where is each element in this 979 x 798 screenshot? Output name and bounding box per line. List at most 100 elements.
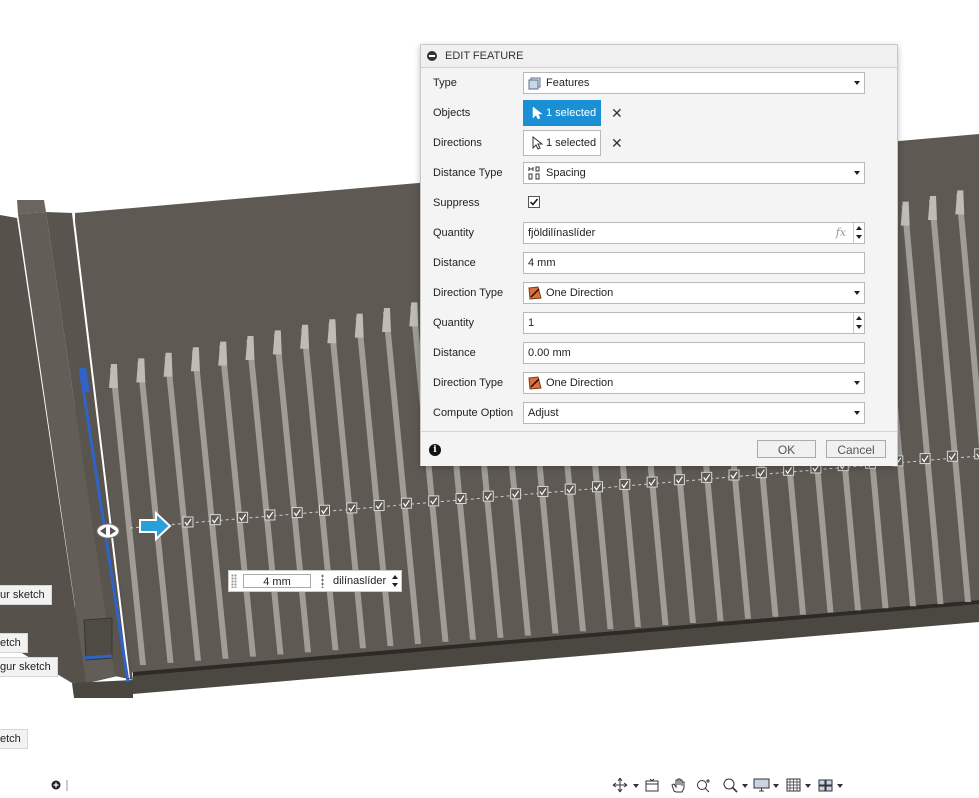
zoom-icon[interactable] [694, 777, 714, 793]
pattern-instance-checkbox[interactable] [237, 511, 249, 523]
row-type: Type Features [421, 69, 897, 99]
distance-type-label: Distance Type [433, 167, 503, 179]
type-label: Type [433, 77, 457, 89]
canvas-distance-input[interactable]: 4 mm [243, 574, 311, 588]
row-directions: Directions 1 selected ✕ [421, 129, 897, 159]
pattern-instance-checkbox[interactable] [673, 474, 685, 486]
chevron-down-icon [854, 291, 860, 295]
quantity-input[interactable]: fjöldilínaslíder fx [523, 222, 865, 244]
clear-objects-close-icon[interactable]: ✕ [611, 106, 623, 120]
row-objects: Objects 1 selected ✕ [421, 99, 897, 129]
spacing-handle-icon[interactable] [96, 523, 120, 539]
orbit-icon[interactable] [610, 777, 630, 793]
pattern-instance-checkbox[interactable] [291, 507, 303, 519]
suppress-checkbox[interactable] [528, 196, 540, 208]
compute-option-dropdown[interactable]: Adjust [523, 402, 865, 424]
pattern-instance-checkbox[interactable] [482, 490, 494, 502]
model-rail-front [72, 680, 133, 698]
look-at-icon[interactable] [642, 777, 662, 793]
quantity-label: Quantity [433, 227, 474, 239]
cancel-button[interactable]: Cancel [826, 440, 886, 458]
navigation-toolbar [608, 775, 848, 795]
objects-select-button[interactable]: 1 selected [523, 100, 601, 126]
pattern-instance-checkbox[interactable] [783, 464, 795, 476]
objects-label: Objects [433, 107, 471, 119]
quantity-2-stepper[interactable] [853, 313, 864, 333]
pattern-instance-checkbox[interactable] [209, 514, 221, 526]
browser-item-sketch-3[interactable]: gur sketch [0, 657, 58, 677]
row-direction-type-2: Direction Type One Direction [421, 369, 897, 399]
pattern-instance-checkbox[interactable] [400, 497, 412, 509]
model-pocket [83, 617, 113, 661]
zoom-window-icon[interactable] [720, 777, 740, 793]
dialog-header[interactable]: EDIT FEATURE [421, 45, 897, 68]
pattern-instance-checkbox[interactable] [510, 488, 522, 500]
canvas-quantity-input[interactable]: dilínaslíder [333, 575, 386, 587]
distance-input[interactable]: 4 mm [523, 252, 865, 274]
pattern-instance-checkbox[interactable] [728, 469, 740, 481]
chevron-down-icon[interactable] [837, 784, 843, 788]
direction-type-2-dropdown[interactable]: One Direction [523, 372, 865, 394]
one-direction-icon [528, 286, 542, 300]
chevron-down-icon[interactable] [633, 784, 639, 788]
add-icon[interactable] [51, 780, 61, 790]
direction-type-dropdown[interactable]: One Direction [523, 282, 865, 304]
quantity-value: fjöldilínaslíder [528, 227, 596, 239]
pattern-instance-checkbox[interactable] [264, 509, 276, 521]
distance-2-input[interactable]: 0.00 mm [523, 342, 865, 364]
pattern-instance-checkbox[interactable] [428, 495, 440, 507]
drag-grip-icon[interactable] [231, 574, 237, 588]
chevron-down-icon[interactable] [742, 784, 748, 788]
pattern-instance-checkbox[interactable] [346, 502, 358, 514]
display-settings-icon[interactable] [752, 777, 772, 793]
type-value: Features [546, 77, 590, 89]
chevron-down-icon [854, 411, 860, 415]
directions-label: Directions [433, 137, 482, 149]
direction-type-2-value: One Direction [546, 377, 614, 389]
fx-icon[interactable]: fx [836, 226, 846, 239]
pattern-instance-checkbox[interactable] [564, 483, 576, 495]
pattern-instance-checkbox[interactable] [946, 450, 958, 462]
grid-icon[interactable] [784, 777, 804, 793]
ok-button[interactable]: OK [757, 440, 816, 458]
pattern-instance-checkbox[interactable] [455, 493, 467, 504]
distance-type-dropdown[interactable]: Spacing [523, 162, 865, 184]
viewports-icon[interactable] [816, 777, 836, 793]
pattern-instance-checkbox[interactable] [592, 481, 603, 493]
pattern-instance-checkbox[interactable] [646, 476, 658, 488]
collapse-icon[interactable] [427, 51, 437, 61]
spacing-icon [528, 166, 540, 180]
pattern-instance-checkbox[interactable] [755, 467, 767, 479]
clear-directions-close-icon[interactable]: ✕ [611, 136, 623, 150]
pan-icon[interactable] [668, 777, 688, 793]
browser-item-sketch-1[interactable]: ur sketch [0, 585, 52, 605]
pattern-instance-checkbox[interactable] [373, 500, 385, 512]
pattern-instance-checkbox[interactable] [537, 485, 549, 497]
check-icon [529, 198, 539, 206]
distance-label: Distance [433, 257, 476, 269]
quantity-label: Quantity [433, 317, 474, 329]
pattern-instance-checkbox[interactable] [319, 504, 330, 516]
distance-type-value: Spacing [546, 167, 586, 179]
suppress-label: Suppress [433, 197, 480, 209]
pattern-instance-checkbox[interactable] [619, 478, 631, 490]
browser-item-sketch-2[interactable]: etch [0, 633, 28, 653]
pattern-instance-checkbox[interactable] [919, 453, 931, 465]
quantity-2-input[interactable]: 1 [523, 312, 865, 334]
distance-label: Distance [433, 347, 476, 359]
chevron-down-icon[interactable] [773, 784, 779, 788]
more-options-icon[interactable] [321, 574, 324, 588]
pattern-instance-checkbox[interactable] [182, 516, 194, 528]
browser-item-sketch-4[interactable]: etch [0, 729, 28, 749]
type-dropdown[interactable]: Features [523, 72, 865, 94]
direction-type-label: Direction Type [433, 287, 504, 299]
pattern-instance-checkbox[interactable] [701, 471, 713, 483]
quantity-stepper[interactable] [853, 223, 864, 243]
quantity-stepper[interactable] [391, 573, 399, 589]
info-icon[interactable]: i [429, 444, 441, 456]
chevron-down-icon[interactable] [805, 784, 811, 788]
pattern-instance-checkbox[interactable] [974, 448, 979, 460]
row-direction-type-1: Direction Type One Direction [421, 279, 897, 309]
cursor-icon [532, 106, 543, 120]
directions-select-button[interactable]: 1 selected [523, 130, 601, 156]
